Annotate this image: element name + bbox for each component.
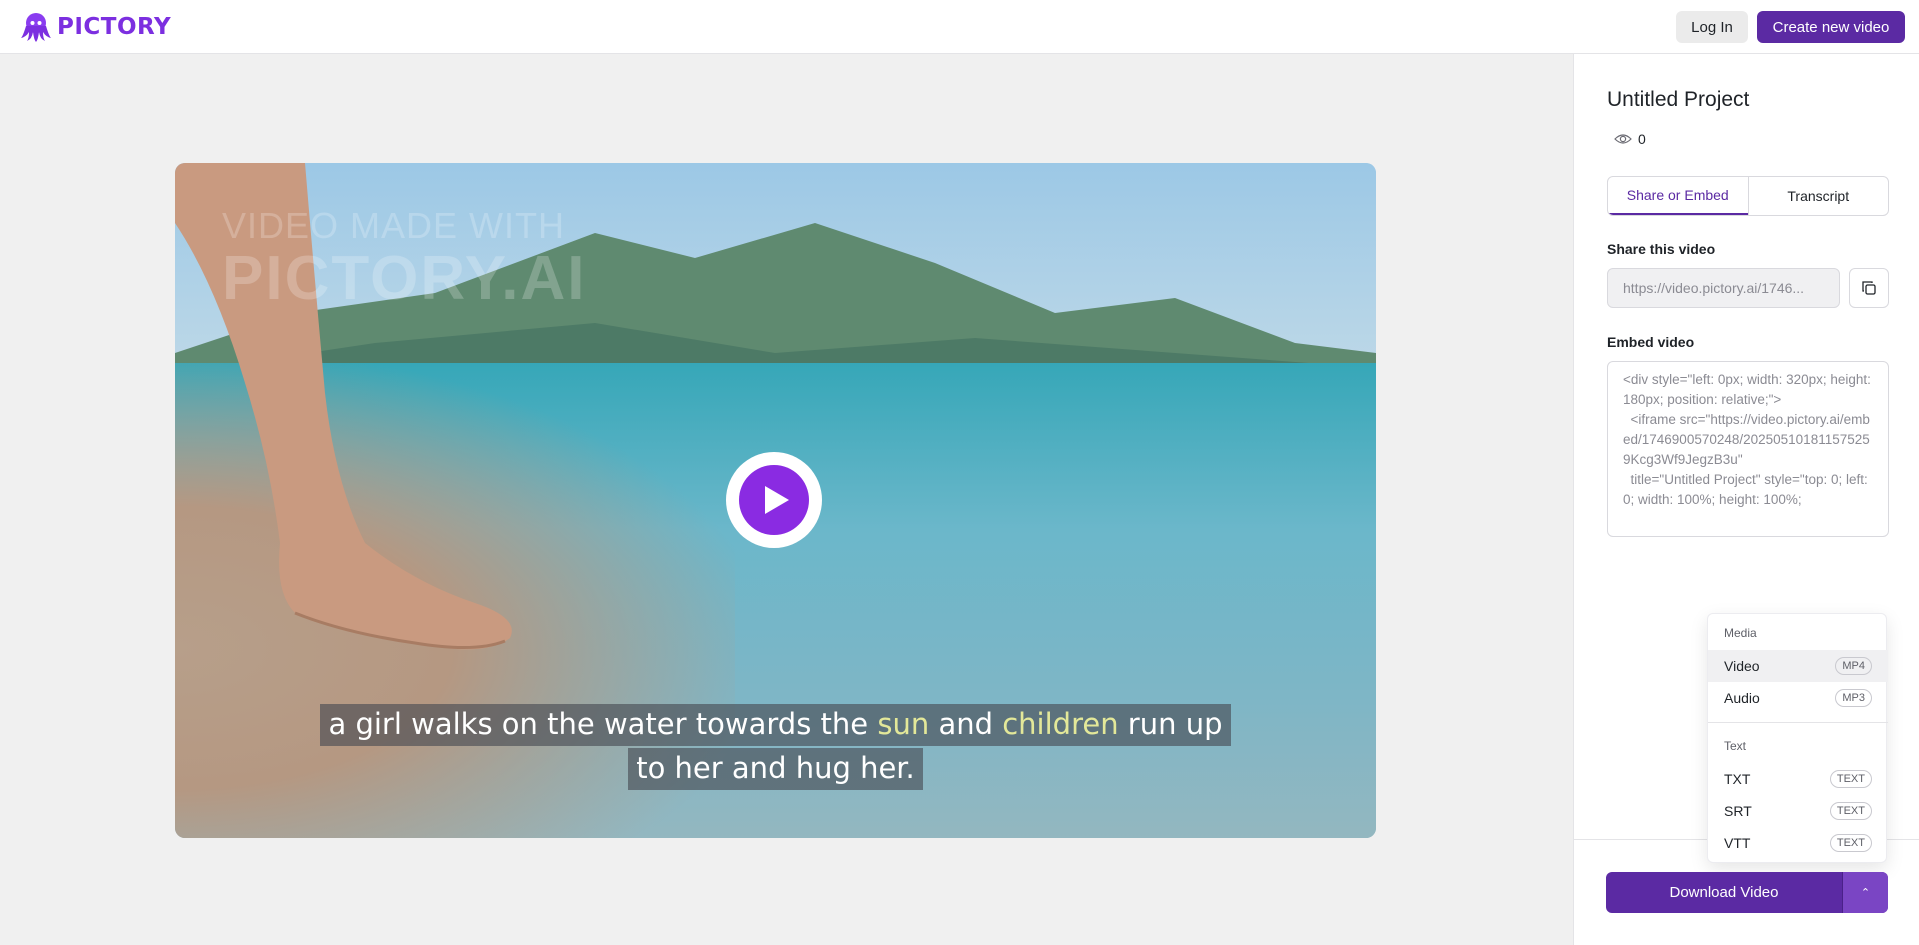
menu-heading-media: Media bbox=[1724, 626, 1757, 640]
menu-item-label: VTT bbox=[1724, 835, 1751, 851]
copy-icon bbox=[1862, 281, 1876, 295]
panel-tabs: Share or Embed Transcript bbox=[1607, 176, 1889, 216]
menu-item-txt[interactable]: TXT TEXT bbox=[1708, 763, 1888, 795]
menu-item-label: Audio bbox=[1724, 690, 1760, 706]
download-format-menu: Media Video MP4 Audio MP3 Text TXT TEXT … bbox=[1707, 613, 1888, 863]
video-watermark: VIDEO MADE WITH PICTORY.AI bbox=[222, 205, 587, 314]
format-badge: TEXT bbox=[1829, 770, 1872, 788]
menu-item-label: TXT bbox=[1724, 771, 1751, 787]
watermark-line-1: VIDEO MADE WITH bbox=[222, 205, 566, 246]
embed-code-field[interactable]: <div style="left: 0px; width: 320px; hei… bbox=[1607, 361, 1889, 537]
menu-heading-text: Text bbox=[1724, 739, 1747, 753]
view-count: 0 bbox=[1614, 131, 1646, 147]
download-video-button[interactable]: Download Video bbox=[1606, 872, 1842, 913]
watermark-line-2: PICTORY.AI bbox=[222, 244, 587, 313]
caption-highlight: sun bbox=[877, 707, 930, 741]
menu-item-srt[interactable]: SRT TEXT bbox=[1708, 795, 1888, 827]
tab-transcript[interactable]: Transcript bbox=[1747, 177, 1889, 215]
tab-share-or-embed[interactable]: Share or Embed bbox=[1608, 177, 1748, 215]
pictory-logo[interactable]: PICTORY bbox=[19, 10, 171, 44]
video-caption-line-1: a girl walks on the water towards the su… bbox=[175, 704, 1376, 746]
caption-highlight: children bbox=[1002, 707, 1119, 741]
menu-divider bbox=[1708, 722, 1888, 723]
embed-video-label: Embed video bbox=[1607, 334, 1695, 350]
download-options-toggle[interactable]: ⌃ bbox=[1842, 872, 1888, 913]
video-player[interactable]: VIDEO MADE WITH PICTORY.AI a girl walks … bbox=[175, 163, 1376, 838]
copy-link-button[interactable] bbox=[1849, 268, 1889, 308]
format-badge: MP3 bbox=[1835, 689, 1872, 707]
caption-text: run up bbox=[1118, 707, 1223, 741]
menu-item-video[interactable]: Video MP4 bbox=[1708, 650, 1888, 682]
brand-name: PICTORY bbox=[57, 14, 172, 40]
share-url-field[interactable] bbox=[1607, 268, 1840, 308]
view-count-value: 0 bbox=[1638, 131, 1646, 147]
create-new-video-button[interactable]: Create new video bbox=[1757, 11, 1905, 43]
caption-text: and bbox=[929, 707, 1003, 741]
share-video-label: Share this video bbox=[1607, 241, 1716, 257]
octopus-logo-icon bbox=[21, 13, 51, 42]
caption-text: a girl walks on the water towards the bbox=[328, 707, 878, 741]
format-badge: TEXT bbox=[1829, 834, 1872, 852]
project-title: Untitled Project bbox=[1607, 88, 1750, 111]
chevron-up-icon: ⌃ bbox=[1860, 887, 1871, 899]
format-badge: MP4 bbox=[1835, 657, 1872, 675]
format-badge: TEXT bbox=[1829, 802, 1872, 820]
eye-icon bbox=[1614, 134, 1632, 144]
log-in-button[interactable]: Log In bbox=[1676, 11, 1748, 43]
top-header: PICTORY Log In Create new video bbox=[0, 0, 1919, 54]
menu-item-label: Video bbox=[1724, 658, 1760, 674]
menu-item-label: SRT bbox=[1724, 803, 1752, 819]
menu-item-audio[interactable]: Audio MP3 bbox=[1708, 682, 1888, 714]
play-icon bbox=[739, 465, 809, 535]
menu-item-vtt[interactable]: VTT TEXT bbox=[1708, 827, 1888, 859]
video-caption-line-2: to her and hug her. bbox=[175, 748, 1376, 790]
play-button[interactable] bbox=[726, 452, 822, 548]
download-video-split-button: Download Video ⌃ bbox=[1606, 872, 1888, 913]
